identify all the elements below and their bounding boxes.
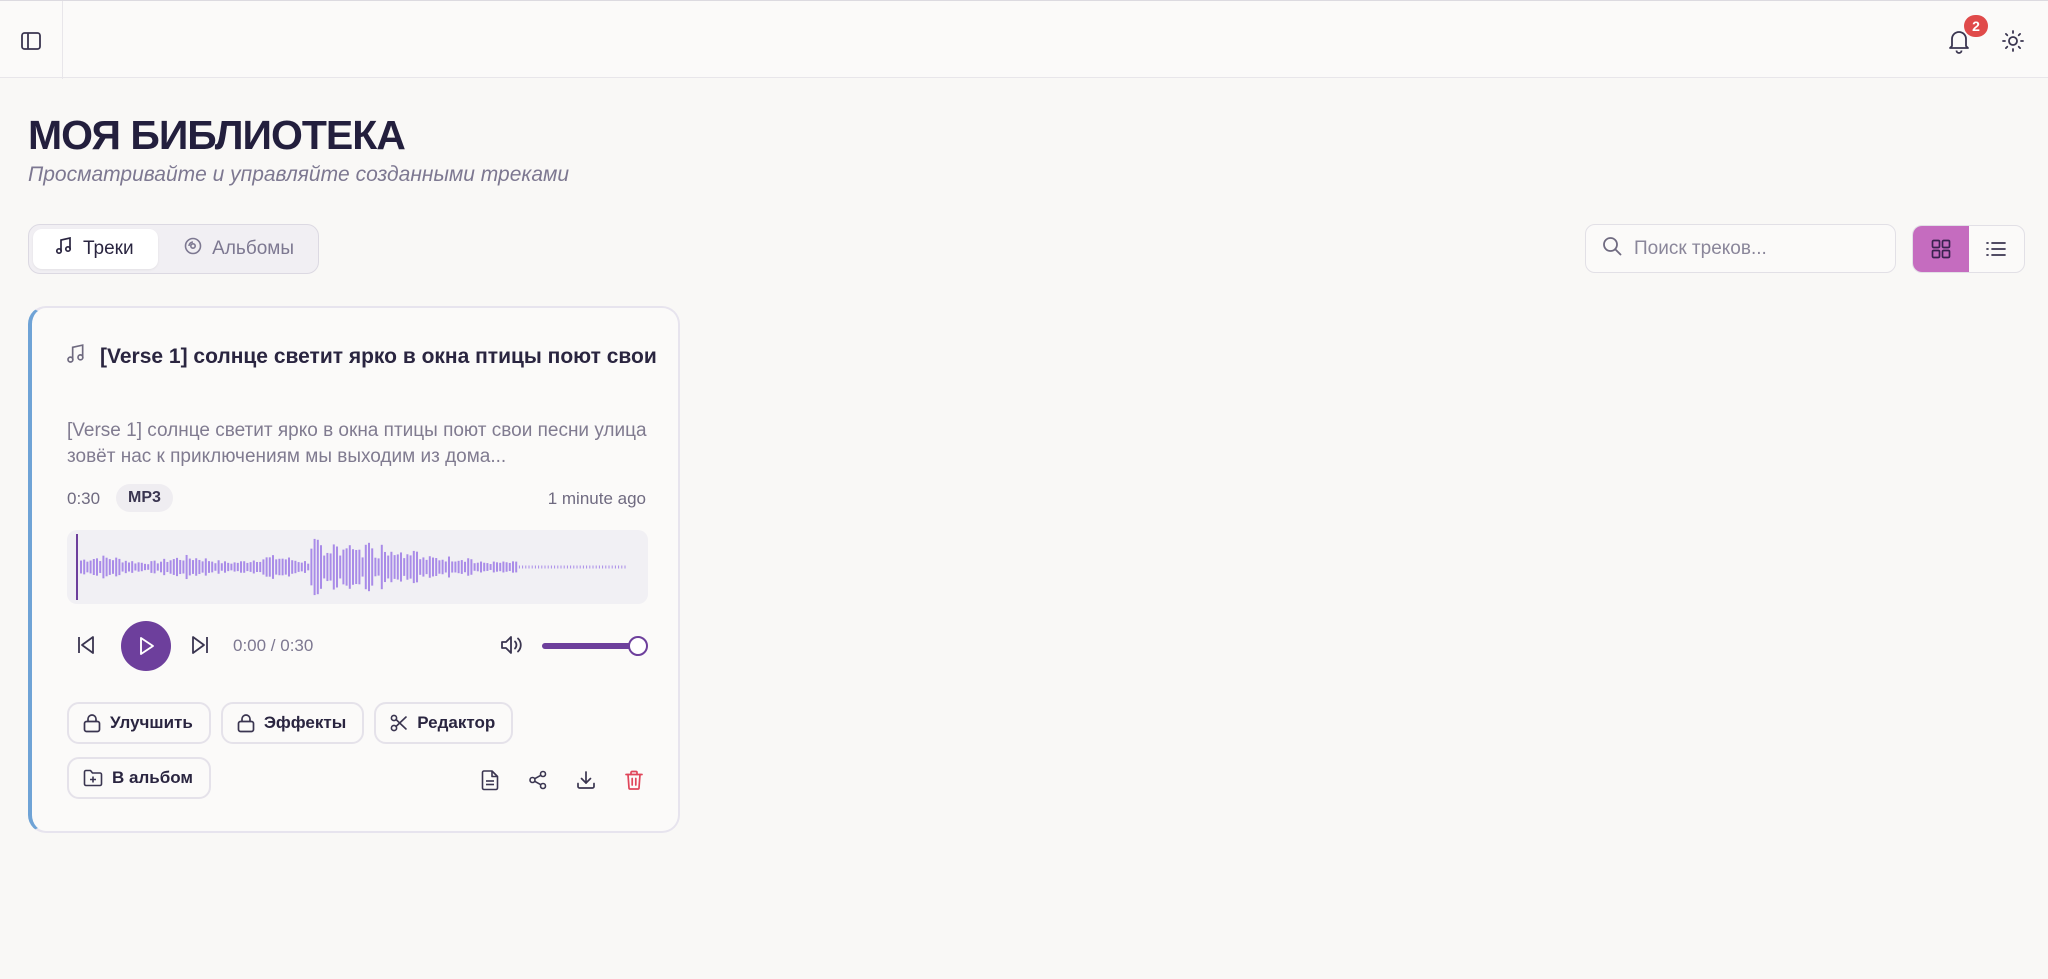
- grid-icon: [1931, 239, 1951, 259]
- top-bar: 2: [0, 0, 2048, 79]
- tab-albums-label: Альбомы: [212, 238, 294, 259]
- page-title: МОЯ БИБЛИОТЕКА: [28, 112, 406, 158]
- enhance-button[interactable]: Улучшить: [67, 702, 211, 744]
- search-icon: [1602, 236, 1622, 261]
- waveform-graphic: [76, 534, 626, 600]
- album-actions: В альбом: [67, 757, 211, 799]
- effects-button[interactable]: Эффекты: [220, 702, 365, 744]
- download-button[interactable]: [574, 768, 598, 792]
- page-subtitle: Просматривайте и управляйте созданными т…: [28, 163, 570, 186]
- view-toggle: [1912, 225, 2025, 273]
- skip-forward-icon: [192, 636, 208, 654]
- sidebar-toggle-icon[interactable]: [18, 30, 44, 52]
- editor-button[interactable]: Редактор: [374, 702, 514, 744]
- track-created-time: 1 minute ago: [547, 489, 646, 508]
- add-to-album-label: В альбом: [112, 768, 193, 787]
- trash-icon: [625, 770, 643, 790]
- lyrics-button[interactable]: [478, 768, 502, 792]
- list-view-button[interactable]: [1969, 226, 2025, 272]
- volume-thumb[interactable]: [628, 636, 648, 656]
- volume-slider[interactable]: [542, 636, 648, 656]
- sun-icon[interactable]: [2002, 30, 2026, 54]
- add-to-album-button[interactable]: В альбом: [67, 757, 211, 799]
- tab-albums[interactable]: Альбомы: [162, 229, 314, 269]
- tab-tracks[interactable]: Треки: [33, 229, 159, 269]
- play-button[interactable]: [121, 621, 171, 671]
- search-input[interactable]: [1634, 237, 1874, 260]
- track-title[interactable]: [Verse 1] солнце светит ярко в окна птиц…: [100, 345, 657, 369]
- skip-back-button[interactable]: [75, 634, 99, 658]
- folder-plus-icon: [83, 769, 103, 787]
- music-note-icon: [66, 344, 86, 369]
- track-duration: 0:30: [67, 489, 101, 508]
- scissors-icon: [390, 714, 408, 732]
- volume-icon[interactable]: [500, 634, 526, 658]
- play-icon: [140, 637, 154, 655]
- notification-badge: 2: [1964, 15, 1988, 37]
- share-button[interactable]: [526, 768, 550, 792]
- track-icon-actions: [478, 768, 646, 792]
- waveform[interactable]: [67, 530, 648, 604]
- editor-label: Редактор: [417, 713, 496, 732]
- track-header: [Verse 1] солнце светит ярко в окна птиц…: [66, 344, 657, 369]
- tab-tracks-label: Треки: [83, 238, 134, 259]
- track-description: [Verse 1] солнце светит ярко в окна птиц…: [67, 420, 647, 467]
- topbar-divider: [62, 1, 63, 79]
- delete-button[interactable]: [622, 768, 646, 792]
- lock-icon: [237, 714, 255, 733]
- download-icon: [577, 771, 595, 789]
- music-note-icon: [55, 236, 73, 261]
- disc-icon: [184, 237, 202, 261]
- format-badge: MP3: [116, 484, 173, 512]
- list-icon: [1986, 242, 2007, 256]
- effects-label: Эффекты: [263, 713, 347, 732]
- lock-icon: [83, 714, 101, 733]
- action-buttons: Улучшить Эффекты Редактор: [67, 702, 514, 744]
- track-card: [Verse 1] солнце светит ярко в окна птиц…: [28, 306, 680, 833]
- skip-back-icon: [78, 636, 94, 654]
- library-tabs: Треки Альбомы: [28, 224, 319, 274]
- document-icon: [481, 769, 499, 790]
- audio-player: 0:00 / 0:30: [67, 621, 648, 671]
- volume-fill: [542, 643, 638, 649]
- time-readout: 0:00 / 0:30: [233, 636, 314, 655]
- share-icon: [529, 770, 547, 790]
- enhance-label: Улучшить: [110, 713, 193, 732]
- grid-view-button[interactable]: [1913, 226, 1969, 272]
- search-box: [1585, 224, 1896, 273]
- skip-forward-button[interactable]: [189, 634, 213, 658]
